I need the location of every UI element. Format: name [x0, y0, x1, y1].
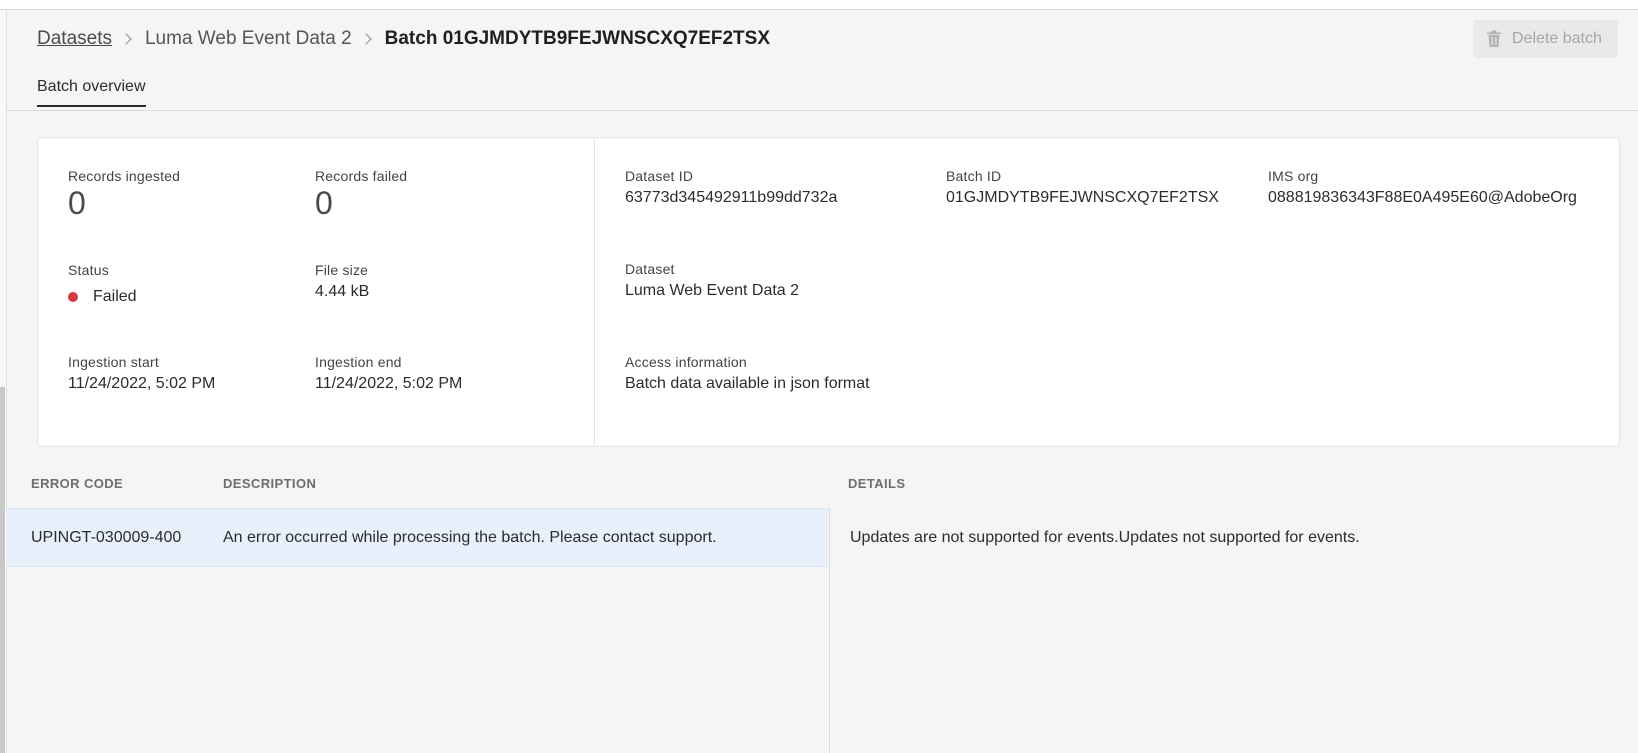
ingestion-start: Ingestion start 11/24/2022, 5:02 PM [68, 354, 215, 393]
tab-divider [7, 110, 1638, 111]
ingestion-start-value: 11/24/2022, 5:02 PM [68, 375, 216, 392]
scrollbar[interactable] [0, 10, 7, 753]
breadcrumb: Datasets Luma Web Event Data 2 Batch 01G… [37, 26, 770, 52]
status: Status Failed [68, 262, 137, 306]
column-header-description[interactable]: DESCRIPTION [223, 476, 316, 491]
trash-icon [1487, 30, 1501, 47]
file-size: File size 4.44 kB [315, 262, 369, 301]
file-size-value: 4.44 kB [315, 283, 370, 300]
table-row[interactable]: UPINGT-030009-400 An error occurred whil… [6, 508, 828, 567]
ingestion-end-label: Ingestion end [315, 354, 402, 370]
top-bar [0, 0, 1638, 10]
batch-summary-card: Records ingested 0 Records failed 0 Stat… [37, 137, 1620, 447]
access-information-label: Access information [625, 354, 747, 370]
dataset-id-value: 63773d345492911b99dd732a [625, 189, 838, 206]
error-details-text: Updates are not supported for events.Upd… [850, 529, 1360, 546]
breadcrumb-datasets-link[interactable]: Datasets [37, 28, 112, 50]
batch-id: Batch ID 01GJMDYTB9FEJWNSCXQ7EF2TSX [946, 168, 1219, 207]
ingestion-end: Ingestion end 11/24/2022, 5:02 PM [315, 354, 462, 393]
ims-org-label: IMS org [1268, 168, 1319, 184]
page-title: Batch 01GJMDYTB9FEJWNSCXQ7EF2TSX [384, 28, 771, 49]
status-badge: Failed [93, 288, 137, 305]
ims-org: IMS org 088819836343F88E0A495E60@AdobeOr… [1268, 168, 1577, 207]
ingestion-start-label: Ingestion start [68, 354, 159, 370]
status-dot-icon [68, 292, 78, 302]
records-ingested-label: Records ingested [68, 168, 181, 184]
records-ingested: Records ingested 0 [68, 168, 180, 222]
dataset: Dataset Luma Web Event Data 2 [625, 261, 799, 300]
batch-id-label: Batch ID [946, 168, 1002, 184]
file-size-label: File size [315, 262, 369, 278]
column-header-error-code[interactable]: ERROR CODE [31, 476, 123, 491]
tab-batch-overview[interactable]: Batch overview [37, 78, 146, 107]
details-header: DETAILS [848, 476, 906, 491]
card-divider [594, 138, 595, 446]
dataset-label: Dataset [625, 261, 675, 277]
status-label: Status [68, 262, 109, 278]
error-description-cell: An error occurred while processing the b… [223, 529, 717, 546]
dataset-id-label: Dataset ID [625, 168, 694, 184]
ims-org-value: 088819836343F88E0A495E60@AdobeOrg [1268, 189, 1577, 206]
delete-batch-button[interactable]: Delete batch [1473, 20, 1618, 58]
dataset-value: Luma Web Event Data 2 [625, 282, 800, 299]
details-divider [829, 508, 830, 753]
records-failed-value: 0 [315, 185, 333, 221]
chevron-right-icon [359, 33, 372, 45]
chevron-right-icon [120, 33, 132, 45]
records-ingested-value: 0 [68, 185, 86, 221]
tab-list: Batch overview [37, 78, 146, 110]
ingestion-end-value: 11/24/2022, 5:02 PM [315, 375, 463, 392]
access-information: Access information Batch data available … [625, 354, 870, 393]
error-code-cell: UPINGT-030009-400 [31, 529, 182, 546]
breadcrumb-dataset-link[interactable]: Luma Web Event Data 2 [145, 28, 352, 50]
scrollbar-thumb[interactable] [0, 387, 5, 753]
records-failed: Records failed 0 [315, 168, 407, 222]
records-failed-label: Records failed [315, 168, 408, 184]
delete-batch-label: Delete batch [1512, 30, 1602, 47]
dataset-id: Dataset ID 63773d345492911b99dd732a [625, 168, 837, 207]
access-information-value: Batch data available in json format [625, 375, 870, 392]
batch-id-value: 01GJMDYTB9FEJWNSCXQ7EF2TSX [946, 189, 1219, 206]
